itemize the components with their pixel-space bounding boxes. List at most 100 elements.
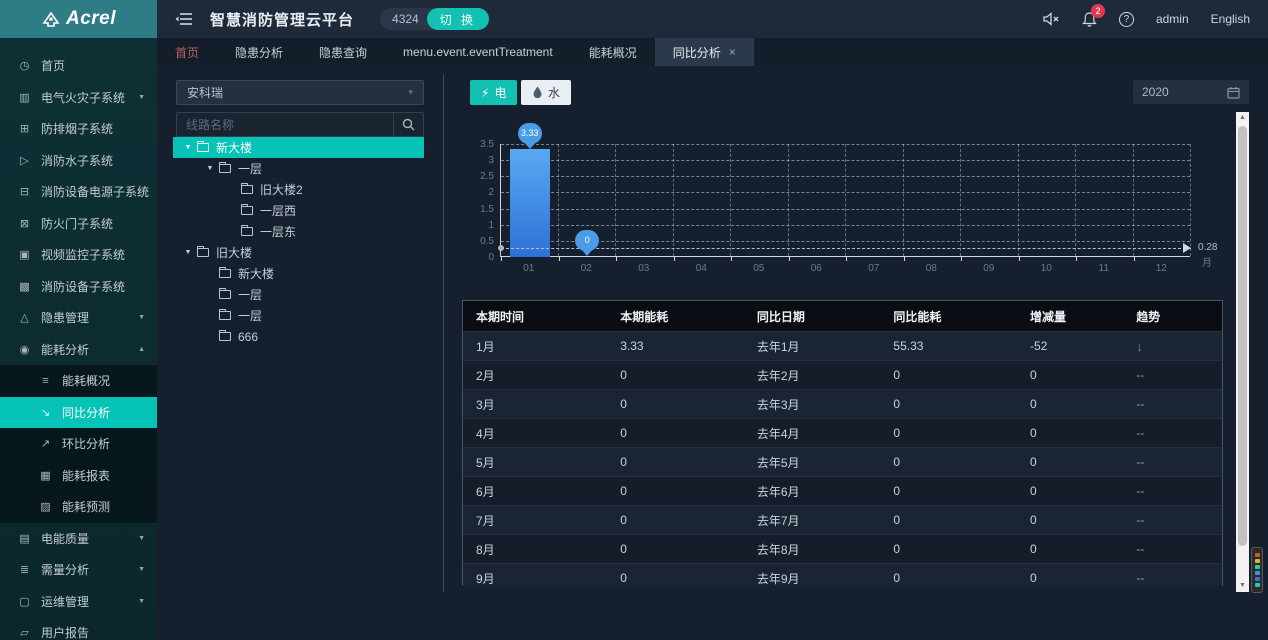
tree-node-6[interactable]: 新大楼 (173, 263, 424, 284)
x-axis-tick: 11 (1087, 263, 1121, 274)
cell: 0 (607, 368, 744, 382)
water-tab-button[interactable]: 水 (521, 80, 571, 105)
trend-down-arrow-icon: ↓ (1123, 339, 1222, 354)
cell: 去年3月 (744, 396, 881, 413)
sidebar-subitem-9-4[interactable]: ▨能耗预测 (0, 491, 157, 523)
chevron-down-icon: ▼ (138, 566, 145, 573)
x-axis-tick: 07 (857, 263, 891, 274)
column-header-4: 增减量 (1017, 308, 1123, 325)
cell: 去年6月 (744, 483, 881, 500)
gridline-v (845, 144, 846, 256)
tree-node-8[interactable]: 一层 (173, 305, 424, 326)
trend-flat-label: -- (1123, 513, 1222, 527)
sidebar-subitem-9-0[interactable]: ≡能耗概况 (0, 365, 157, 397)
tab-4[interactable]: 能耗概况 (571, 38, 655, 66)
scroll-down-arrow[interactable]: ▼ (1236, 580, 1249, 592)
sidebar-item-10[interactable]: ▤电能质量▼ (0, 523, 157, 555)
sidebar-item-6[interactable]: ▣视频监控子系统 (0, 239, 157, 271)
sidebar: Acrel ◷首页▥电气火灾子系统▼⊞防排烟子系统▷消防水子系统⊟消防设备电源子… (0, 0, 157, 640)
year-picker[interactable]: 2020 (1133, 80, 1249, 104)
column-header-5: 趋势 (1123, 308, 1222, 325)
project-switcher: 4324 切 换 (380, 8, 489, 30)
search-button[interactable] (393, 113, 423, 136)
cell: 0 (880, 426, 1017, 440)
widget-dot-2 (1255, 565, 1260, 569)
sidebar-item-0[interactable]: ◷首页 (0, 50, 157, 82)
sidebar-item-13[interactable]: ▱用户报告 (0, 617, 157, 640)
tab-5[interactable]: 同比分析× (655, 38, 754, 66)
folder-icon (241, 185, 253, 194)
table-row-4: 5月0去年5月00-- (463, 447, 1222, 476)
sidebar-item-7[interactable]: ▩消防设备子系统 (0, 271, 157, 303)
notification-bell-icon[interactable]: 2 (1082, 11, 1097, 27)
sidebar-submenu: ≡能耗概况↘同比分析↗环比分析▦能耗报表▨能耗预测 (0, 365, 157, 523)
smoke-icon: ⊞ (17, 122, 32, 135)
sidebar-item-8[interactable]: △隐患管理▼ (0, 302, 157, 334)
tree-node-label: 一层 (238, 307, 262, 324)
cell: -52 (1017, 339, 1123, 353)
sidebar-item-2[interactable]: ⊞防排烟子系统 (0, 113, 157, 145)
user-menu[interactable]: admin (1156, 12, 1189, 26)
switch-button[interactable]: 切 换 (427, 8, 489, 30)
cell: 0 (607, 542, 744, 556)
gridline-v (730, 144, 731, 256)
sidebar-item-4[interactable]: ⊟消防设备电源子系统 (0, 176, 157, 208)
gridline-v (558, 144, 559, 256)
tree-node-label: 旧大楼 (216, 244, 252, 261)
tree-node-2[interactable]: 旧大楼2 (173, 179, 424, 200)
gridline-v (673, 144, 674, 256)
x-axis-tickmark (501, 257, 502, 261)
tab-1[interactable]: 隐患分析 (217, 38, 301, 66)
language-switch[interactable]: English (1211, 12, 1250, 26)
markline-arrow-icon (1183, 243, 1196, 253)
table-row-8: 9月0去年9月00-- (463, 563, 1222, 586)
folder-icon (219, 164, 231, 173)
scroll-thumb[interactable] (1238, 126, 1247, 546)
column-header-2: 同比日期 (744, 308, 881, 325)
menu-fold-icon[interactable] (175, 12, 192, 26)
sidebar-item-12[interactable]: ▢运维管理▼ (0, 586, 157, 618)
widget-dot-5 (1255, 583, 1260, 587)
table-body: 1月3.33去年1月55.33-52↓2月0去年2月00--3月0去年3月00-… (463, 331, 1222, 586)
search-input[interactable] (177, 113, 393, 136)
tree-node-label: 新大楼 (216, 139, 252, 156)
sound-mute-icon[interactable] (1043, 12, 1060, 26)
sidebar-item-label: 防火门子系统 (41, 215, 113, 232)
tree-node-0[interactable]: ▼新大楼 (173, 137, 424, 158)
scroll-up-arrow[interactable]: ▲ (1236, 112, 1249, 124)
column-header-3: 同比能耗 (880, 308, 1017, 325)
cell: 4月 (463, 425, 607, 442)
sidebar-subitem-9-2[interactable]: ↗环比分析 (0, 428, 157, 460)
folder-icon (219, 311, 231, 320)
tree-node-5[interactable]: ▼旧大楼 (173, 242, 424, 263)
sidebar-subitem-9-1[interactable]: ↘同比分析 (0, 397, 157, 429)
tab-close-icon[interactable]: × (729, 45, 736, 59)
table-header: 本期时间本期能耗同比日期同比能耗增减量趋势 (463, 301, 1222, 331)
header: 智慧消防管理云平台 4324 切 换 2 ? admin (157, 0, 1268, 38)
sidebar-subitem-9-3[interactable]: ▦能耗报表 (0, 460, 157, 492)
sidebar-item-1[interactable]: ▥电气火灾子系统▼ (0, 82, 157, 114)
sidebar-item-3[interactable]: ▷消防水子系统 (0, 145, 157, 177)
tree-node-4[interactable]: 一层东 (173, 221, 424, 242)
y-axis-tick: 1 (462, 220, 494, 231)
help-icon[interactable]: ? (1119, 12, 1134, 27)
electric-tab-button[interactable]: ⚡ 电 (470, 80, 517, 105)
cell: 0 (1017, 397, 1123, 411)
tree-node-3[interactable]: 一层西 (173, 200, 424, 221)
tab-3[interactable]: menu.event.eventTreatment (385, 38, 571, 66)
gridline-v (1133, 144, 1134, 256)
sidebar-item-5[interactable]: ⊠防火门子系统 (0, 208, 157, 240)
tree-node-9[interactable]: 666 (173, 326, 424, 347)
year-value: 2020 (1142, 85, 1169, 99)
x-axis-tickmark (616, 257, 617, 261)
tree-node-7[interactable]: 一层 (173, 284, 424, 305)
tab-0[interactable]: 首页 (157, 38, 217, 66)
sidebar-item-9[interactable]: ◉能耗分析▲ (0, 334, 157, 366)
org-select[interactable]: 安科瑞 ▾ (176, 80, 424, 105)
sidebar-item-11[interactable]: ≣需量分析▼ (0, 554, 157, 586)
brand-logo[interactable]: Acrel (0, 0, 157, 38)
tab-2[interactable]: 隐患查询 (301, 38, 385, 66)
tree-node-1[interactable]: ▼一层 (173, 158, 424, 179)
cell: 9月 (463, 570, 607, 587)
sidebar-item-label: 能耗分析 (41, 341, 89, 358)
